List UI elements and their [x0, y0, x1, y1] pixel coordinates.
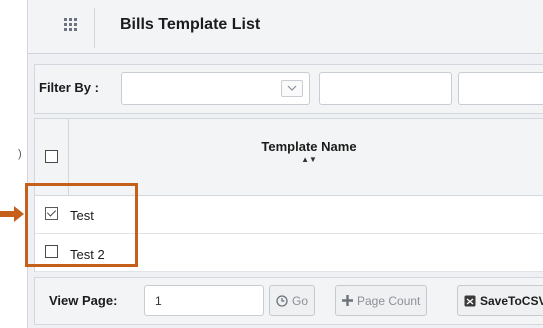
filter-select[interactable]	[121, 72, 310, 105]
filter-input-1[interactable]	[319, 72, 452, 105]
column-header-template-name[interactable]: Template Name	[69, 139, 543, 154]
go-button-label: Go	[292, 293, 309, 308]
page-number-input[interactable]	[144, 285, 264, 316]
panel-header: Bills Template List	[28, 0, 543, 54]
bills-template-panel: Bills Template List Filter By : Template…	[27, 0, 543, 328]
chevron-down-icon[interactable]	[281, 80, 303, 97]
clock-icon	[276, 294, 288, 307]
grid-menu-icon[interactable]	[64, 18, 78, 32]
page-count-button[interactable]: Page Count	[335, 285, 428, 316]
header-divider	[94, 8, 95, 48]
select-all-checkbox[interactable]	[45, 150, 58, 163]
pager-bar: View Page: Go Page Count SaveToCSV	[34, 277, 543, 325]
go-button[interactable]: Go	[269, 285, 316, 316]
filter-label: Filter By :	[39, 80, 99, 95]
sort-icon[interactable]: ▲▼	[69, 155, 543, 164]
filter-input-2[interactable]	[458, 72, 543, 105]
annotation-arrow-icon	[0, 206, 24, 225]
plus-icon	[342, 295, 353, 306]
annotation-highlight-box	[25, 183, 138, 267]
save-to-csv-label: SaveToCSV	[480, 293, 543, 308]
filter-bar: Filter By :	[34, 64, 543, 114]
collapse-handle[interactable]: )	[18, 148, 22, 160]
save-to-csv-button[interactable]: SaveToCSV	[457, 285, 543, 316]
page-title: Bills Template List	[120, 16, 261, 33]
page-count-button-label: Page Count	[357, 293, 421, 308]
csv-file-icon	[464, 295, 476, 307]
view-page-label: View Page:	[49, 293, 118, 308]
